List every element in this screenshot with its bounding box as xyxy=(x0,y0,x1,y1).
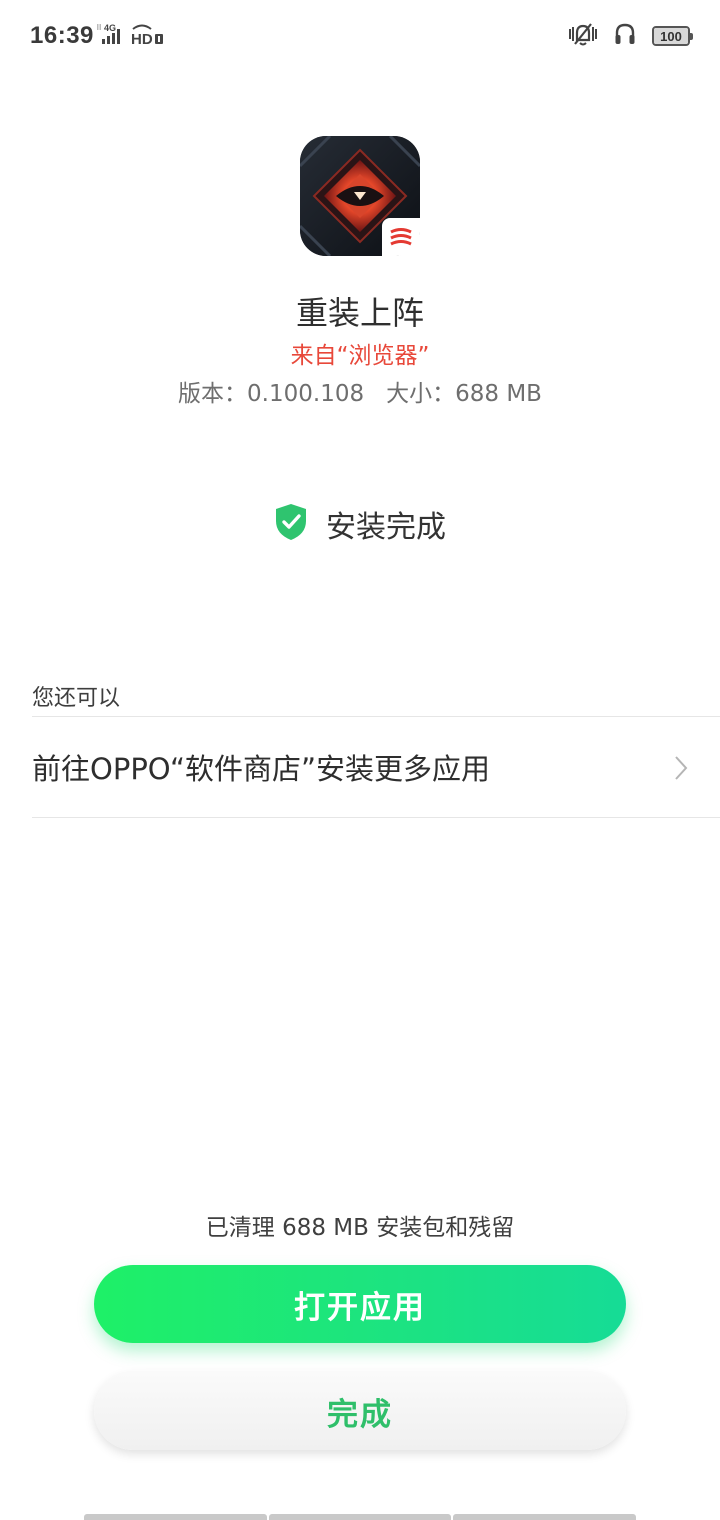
done-button[interactable]: 完成 xyxy=(94,1372,626,1450)
svg-text:HD: HD xyxy=(131,31,153,46)
cleanup-note: 已清理 688 MB 安装包和残留 xyxy=(205,1215,515,1241)
install-status: 安装完成 xyxy=(0,502,720,546)
chevron-right-icon xyxy=(674,755,688,785)
open-app-label: 打开应用 xyxy=(294,1289,426,1326)
app-meta: 版本：0.100.108 大小：688 MB xyxy=(0,374,720,408)
done-label: 完成 xyxy=(327,1396,393,1433)
battery-icon: 100 xyxy=(652,26,693,46)
status-left-icons: 4G HD xyxy=(96,22,164,50)
app-size: 大小：688 MB xyxy=(386,381,542,407)
hd-icon: HD xyxy=(130,22,164,50)
app-version: 版本：0.100.108 xyxy=(178,381,365,407)
signal-icon: 4G xyxy=(96,22,126,50)
vibrate-icon xyxy=(568,21,598,51)
battery-level: 100 xyxy=(654,28,688,44)
install-status-text: 安装完成 xyxy=(326,510,446,545)
install-complete-screen: 16:39 4G HD 100 重装上阵 来自“浏览器” 版本：0.100.10… xyxy=(0,0,720,1520)
app-source: 来自“浏览器” xyxy=(290,343,430,369)
open-app-button[interactable]: 打开应用 xyxy=(94,1265,626,1343)
svg-text:4G: 4G xyxy=(104,23,116,33)
shield-check-icon xyxy=(274,503,308,545)
divider xyxy=(32,817,720,818)
status-right-icons: 100 xyxy=(568,21,693,51)
more-options-label: 您还可以 xyxy=(32,686,121,711)
status-bar: 16:39 4G HD 100 xyxy=(0,0,720,74)
headphones-icon xyxy=(614,22,636,50)
status-time: 16:39 xyxy=(30,22,94,49)
publisher-badge-icon xyxy=(382,218,420,256)
store-link-text: 前往OPPO“软件商店”安装更多应用 xyxy=(32,752,491,786)
app-name: 重装上阵 xyxy=(295,294,424,332)
store-link-row[interactable]: 前往OPPO“软件商店”安装更多应用 xyxy=(0,717,720,817)
navigation-gesture-bar[interactable] xyxy=(84,1514,637,1520)
